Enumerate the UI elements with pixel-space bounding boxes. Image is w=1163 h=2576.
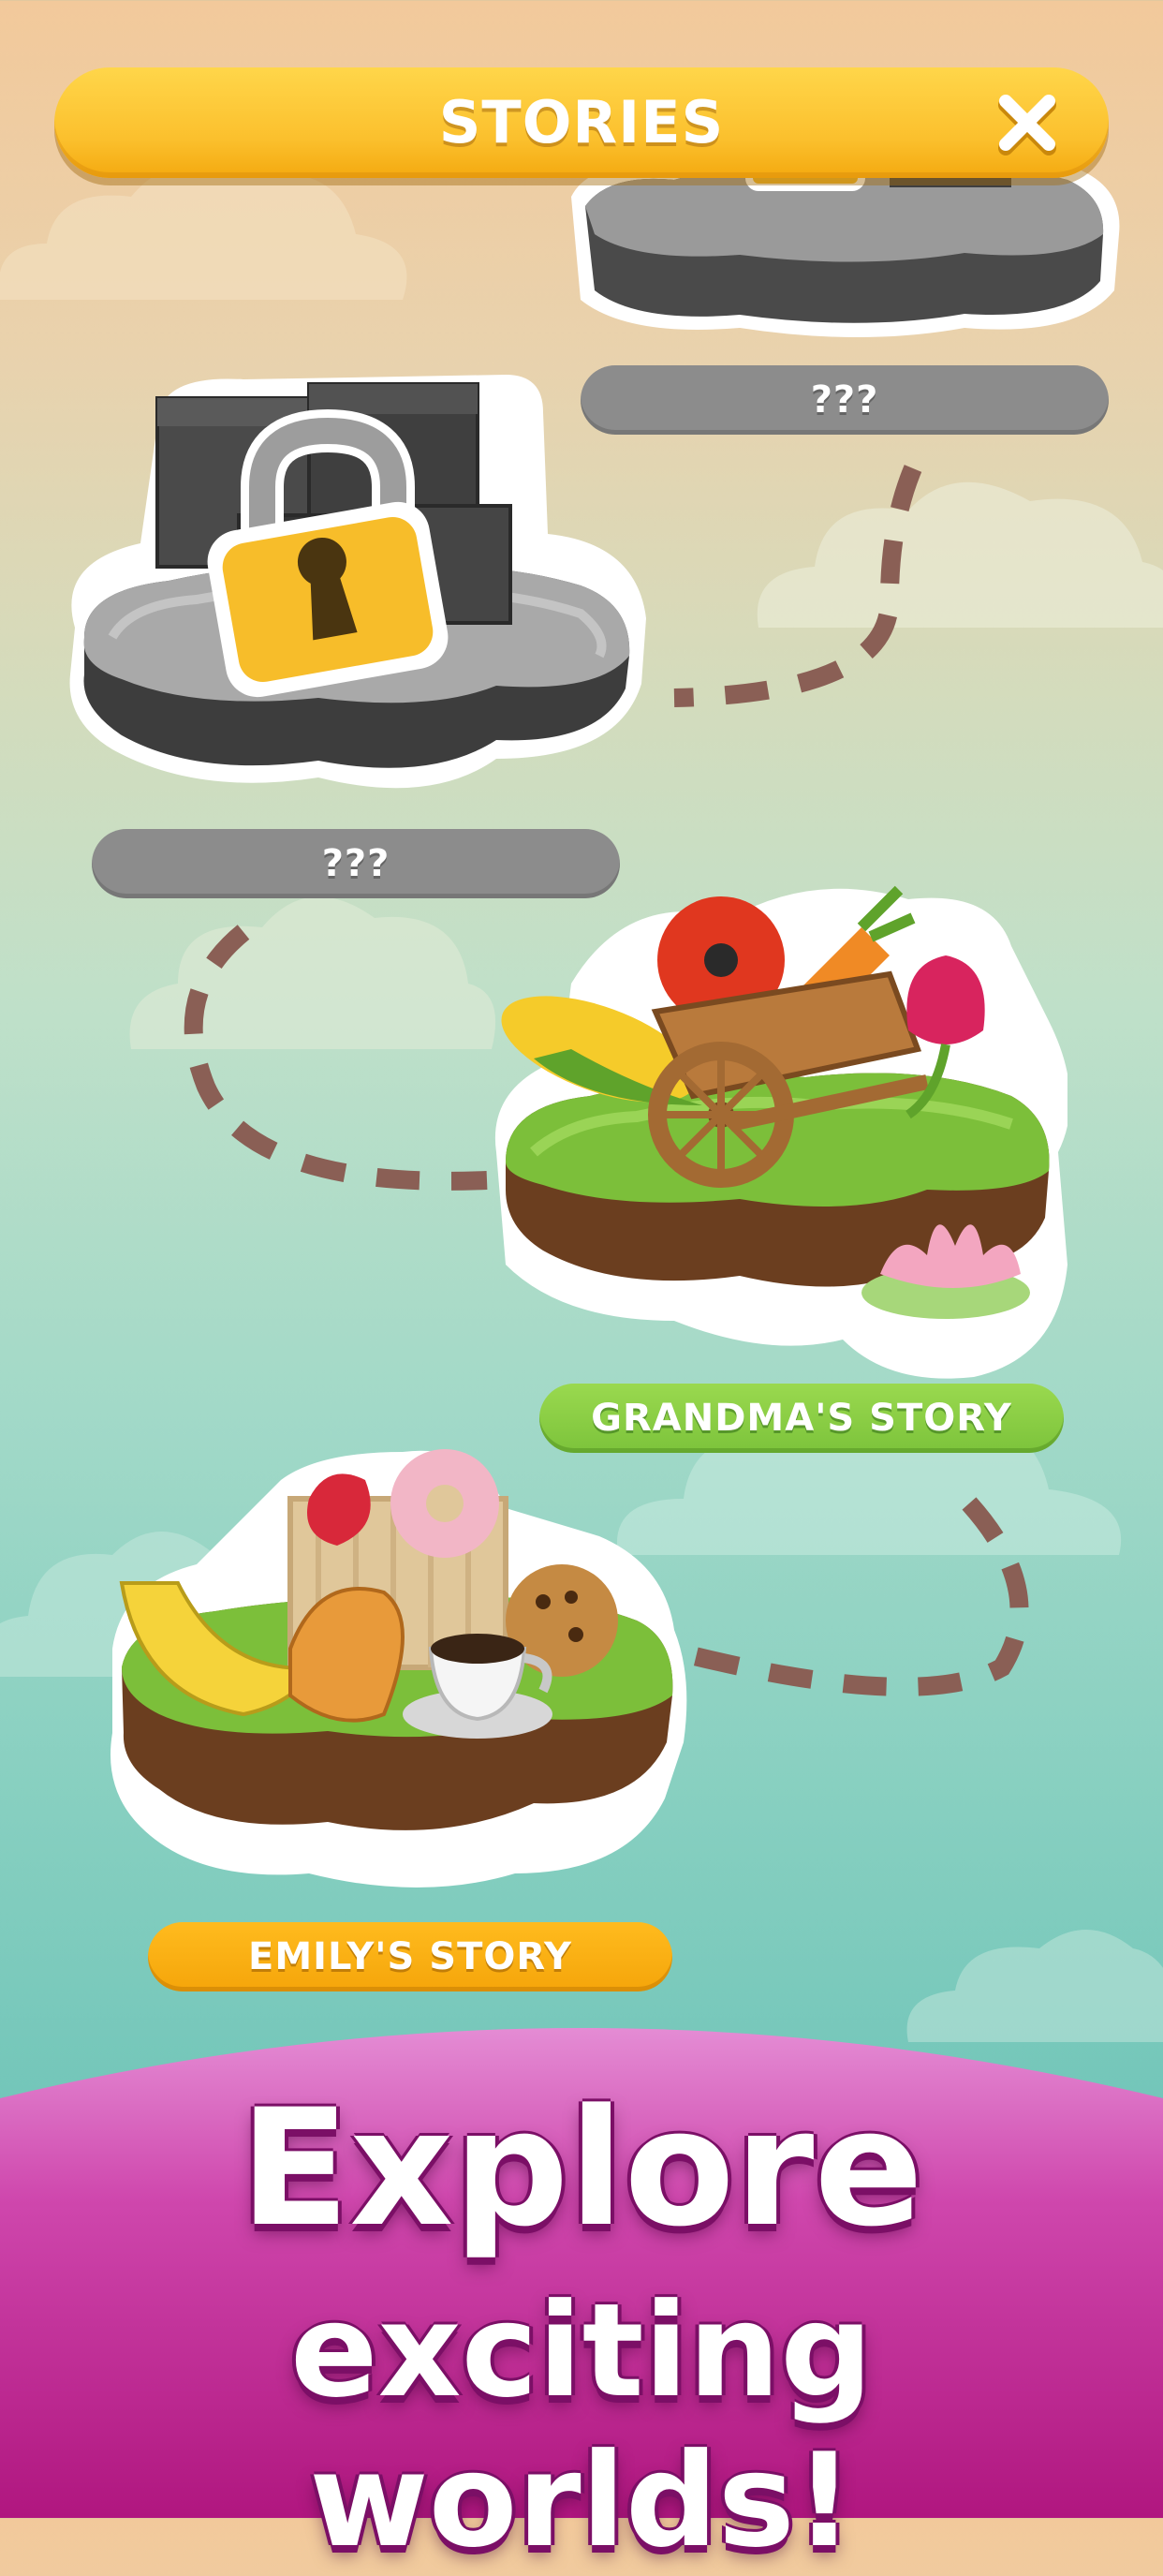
promo-banner: Explore exciting worlds! xyxy=(0,1995,1163,2576)
banner-headline: Explore xyxy=(239,2074,924,2262)
header-title: STORIES xyxy=(438,88,725,156)
stories-header: STORIES xyxy=(54,67,1109,178)
story-label-grandmas-story[interactable]: GRANDMA'S STORY xyxy=(539,1384,1064,1453)
stories-screen: { "header": { "title": "STORIES", "close… xyxy=(0,0,1163,2576)
story-label-locked-middle[interactable]: ??? xyxy=(92,829,620,898)
story-label-emilys-story[interactable]: EMILY'S STORY xyxy=(148,1922,672,1991)
story-label-locked-top[interactable]: ??? xyxy=(581,365,1109,435)
banner-subline: exciting worlds! xyxy=(289,2275,873,2576)
island-emilys-story[interactable] xyxy=(103,1433,702,1902)
island-grandmas-story[interactable] xyxy=(487,871,1067,1386)
island-locked-middle[interactable] xyxy=(56,356,655,806)
close-icon[interactable] xyxy=(993,88,1062,157)
